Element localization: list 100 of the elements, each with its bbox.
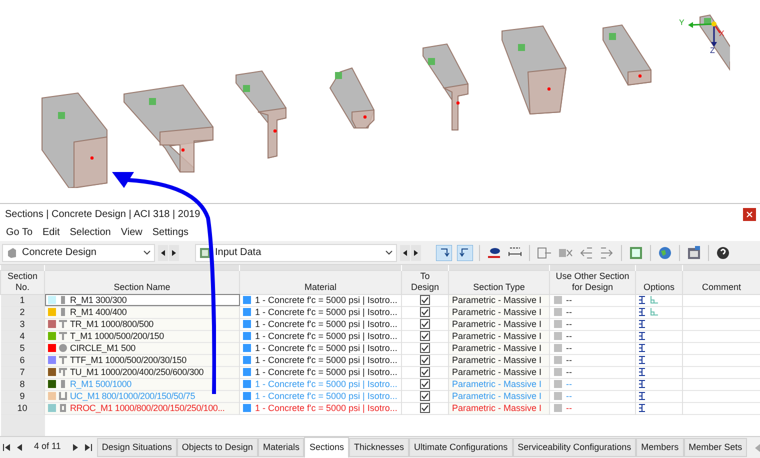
axis-icon xyxy=(650,296,658,304)
tab[interactable]: Objects to Design xyxy=(176,438,258,457)
left-arrow-icon xyxy=(161,250,165,256)
checkbox[interactable] xyxy=(420,295,430,306)
row-number: 9 xyxy=(0,390,44,402)
left-arrow-icon xyxy=(755,444,760,452)
row-number: 8 xyxy=(0,378,44,390)
table-cell: -- xyxy=(566,390,572,402)
menu-item[interactable]: Selection xyxy=(64,224,116,241)
section-name: TR_M1 1000/800/500 xyxy=(70,318,154,330)
first-button[interactable] xyxy=(2,441,11,453)
globe-icon xyxy=(657,244,673,260)
menu-item[interactable]: Go To xyxy=(1,224,38,241)
material-name: 1 - Concrete f'c = 5000 psi | Isotro... xyxy=(255,318,398,330)
checkbox[interactable] xyxy=(420,355,430,366)
chevron-icon xyxy=(385,250,393,255)
table-cell: -- xyxy=(566,342,572,354)
section-name: R_M1 400/400 xyxy=(70,306,127,318)
table-cell: Parametric - Massive I xyxy=(448,318,550,330)
checkbox[interactable] xyxy=(420,367,430,378)
beam-icon xyxy=(639,404,645,412)
material-swatch xyxy=(243,320,251,328)
row-number: 2 xyxy=(0,306,44,318)
tab[interactable]: Serviceability Configurations xyxy=(512,438,636,457)
table-cell: -- xyxy=(566,366,572,378)
beam-icon xyxy=(639,380,645,388)
tab[interactable]: Materials xyxy=(258,438,304,457)
menu-item[interactable]: Settings xyxy=(147,224,194,241)
row-number: 1 xyxy=(0,294,44,306)
tab[interactable]: Member Sets xyxy=(684,438,748,457)
column-header: Options xyxy=(636,270,682,294)
left-arrow-icon xyxy=(403,250,407,256)
section-name: RROC_M1 1000/800/200/150/250/100... xyxy=(70,402,225,414)
axis-label: Z xyxy=(710,47,715,55)
tab[interactable]: Thicknesses xyxy=(349,438,410,457)
checkbox[interactable] xyxy=(420,379,430,390)
table-cell: Parametric - Massive I xyxy=(448,378,550,390)
next-button[interactable] xyxy=(169,244,179,260)
material-name: 1 - Concrete f'c = 5000 psi | Isotro... xyxy=(255,378,398,390)
empty-swatch xyxy=(554,404,562,412)
table-cell: -- xyxy=(566,330,572,342)
checkbox[interactable] xyxy=(420,331,430,342)
tab[interactable]: Design Situations xyxy=(96,438,177,457)
material-name: 1 - Concrete f'c = 5000 psi | Isotro... xyxy=(255,354,398,366)
section-name: R_M1 300/300 xyxy=(70,294,127,306)
table-cell: Parametric - Massive I xyxy=(448,294,550,306)
tab[interactable]: Ultimate Configurations xyxy=(409,438,513,457)
table-cell: -- xyxy=(566,402,572,414)
material-name: 1 - Concrete f'c = 5000 psi | Isotro... xyxy=(255,390,398,402)
empty-swatch xyxy=(554,344,562,352)
tab[interactable]: Members xyxy=(636,438,684,457)
next-button[interactable] xyxy=(70,441,80,453)
tab[interactable]: Sections xyxy=(304,437,349,458)
next-button[interactable] xyxy=(411,244,421,260)
table-cell[interactable]: R_M1 300/300 xyxy=(44,294,240,306)
checkbox[interactable] xyxy=(420,319,430,330)
checkbox[interactable] xyxy=(420,403,430,414)
table-cell: Parametric - Massive I xyxy=(448,330,550,342)
table-cell: Parametric - Massive I xyxy=(448,306,550,318)
previous-button[interactable] xyxy=(158,244,168,260)
material-swatch xyxy=(243,380,251,388)
checkbox[interactable] xyxy=(420,307,430,318)
menu-item[interactable]: Edit xyxy=(38,224,65,241)
beam-icon xyxy=(639,344,645,352)
empty-swatch xyxy=(554,296,562,304)
material-name: 1 - Concrete f'c = 5000 psi | Isotro... xyxy=(255,330,398,342)
table-cell: -- xyxy=(566,378,572,390)
right-arrow-icon xyxy=(172,250,176,256)
dropdown[interactable]: Input Data xyxy=(195,244,397,262)
help-icon xyxy=(715,244,731,260)
checkbox[interactable] xyxy=(420,343,430,354)
previous-button[interactable] xyxy=(400,244,410,260)
section-name: UC_M1 800/1000/200/150/50/75 xyxy=(70,390,196,402)
material-swatch xyxy=(243,404,251,412)
menu-item[interactable]: View xyxy=(116,224,148,241)
column-header: Use Other Section for Design xyxy=(550,270,636,294)
checkbox[interactable] xyxy=(420,391,430,402)
beam-icon xyxy=(639,356,645,364)
dropdown[interactable]: Concrete Design xyxy=(2,244,155,262)
table-cell: Parametric - Massive I xyxy=(448,366,550,378)
section-name: R_M1 500/1000 xyxy=(70,378,132,390)
empty-swatch xyxy=(554,320,562,328)
previous-button[interactable] xyxy=(15,441,24,453)
material-swatch xyxy=(243,344,251,352)
table-cell[interactable]: RROC_M1 1000/800/200/150/250/100... xyxy=(44,402,240,414)
table-cell: -- xyxy=(566,318,572,330)
section-name: CIRCLE_M1 500 xyxy=(70,342,136,354)
beam-icon xyxy=(639,320,645,328)
beam-icon xyxy=(639,296,645,304)
section-name: TU_M1 1000/200/400/250/600/300 xyxy=(70,366,204,378)
material-swatch xyxy=(243,332,251,340)
material-swatch xyxy=(243,356,251,364)
empty-swatch xyxy=(554,380,562,388)
table-cell: Parametric - Massive I xyxy=(448,402,550,414)
axis-icon xyxy=(650,308,658,316)
close-button[interactable] xyxy=(743,208,756,220)
chevron-icon xyxy=(143,250,151,255)
last-button[interactable] xyxy=(84,441,93,453)
empty-swatch xyxy=(554,368,562,376)
panel-title: Sections | Concrete Design | ACI 318 | 2019 xyxy=(5,208,200,222)
